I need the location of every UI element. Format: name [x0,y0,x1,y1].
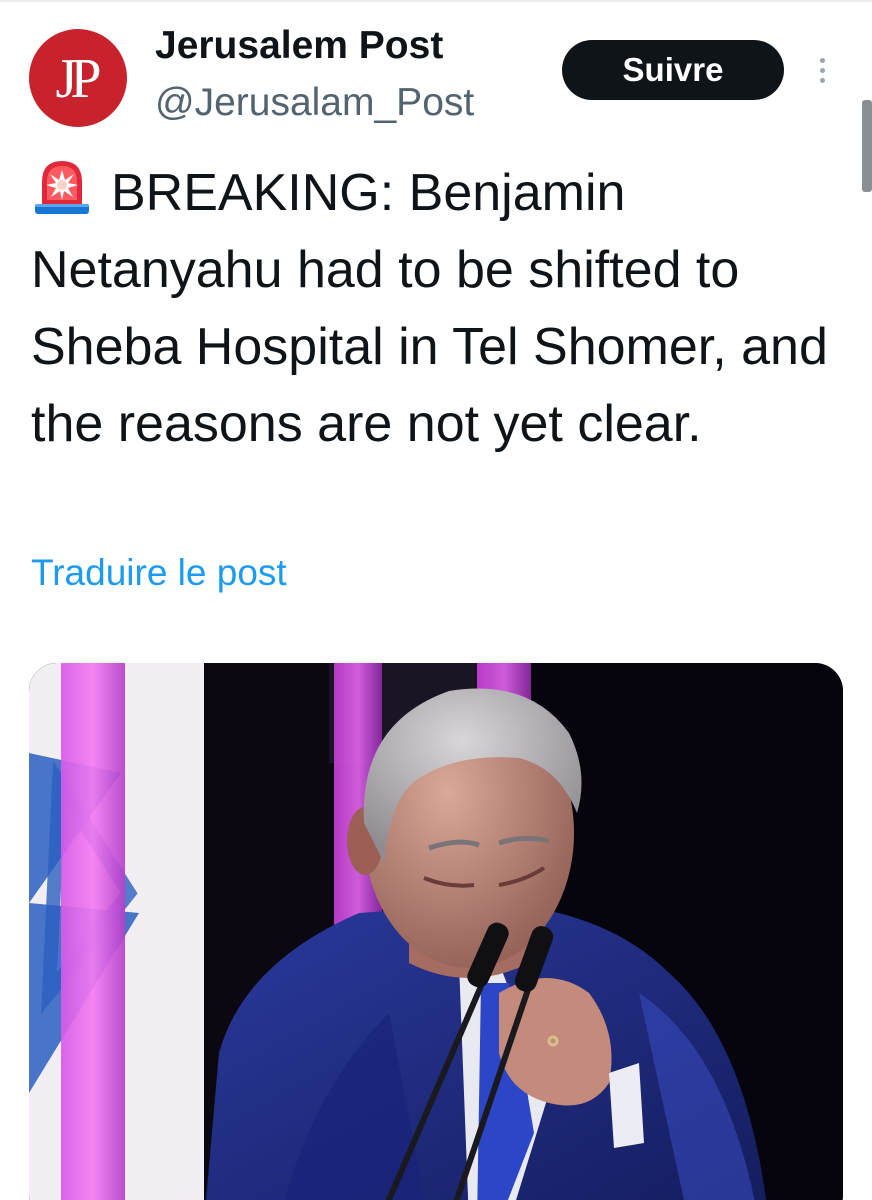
avatar[interactable]: JP [29,29,127,127]
post-body: BREAKING: Benjamin Netanyahu had to be s… [31,164,828,453]
tweet-page: JP Jerusalem Post @Jerusalam_Post Suivre… [0,0,872,1200]
account-display-name[interactable]: Jerusalem Post [155,21,443,71]
follow-button[interactable]: Suivre [562,40,784,100]
post-image[interactable] [29,663,843,1200]
photo-illustration [29,663,843,1200]
post-text: BREAKING: Benjamin Netanyahu had to be s… [31,155,861,463]
account-handle[interactable]: @Jerusalam_Post [155,78,474,128]
avatar-logo-text: JP [55,48,102,110]
more-options-icon[interactable] [808,48,836,92]
police-siren-icon [35,161,89,214]
scrollbar-thumb[interactable] [862,100,872,192]
translate-post-link[interactable]: Traduire le post [31,549,287,597]
top-divider [0,0,872,2]
